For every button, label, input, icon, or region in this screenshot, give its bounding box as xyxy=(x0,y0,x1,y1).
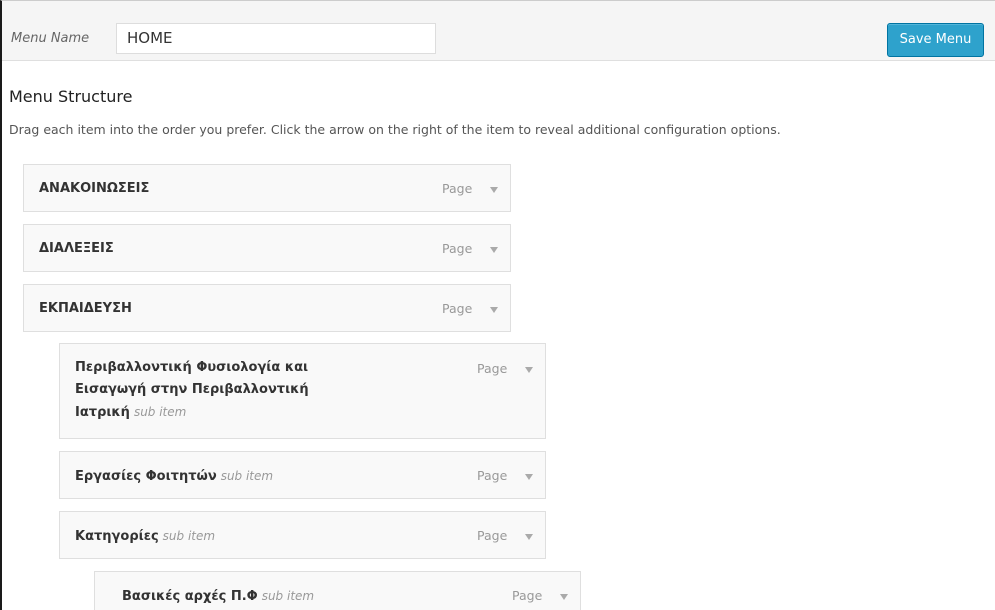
menu-item-title: Κατηγορίες sub item xyxy=(75,525,215,548)
sub-item-tag: sub item xyxy=(261,589,315,603)
menu-item-type: Page xyxy=(442,301,473,316)
menu-item-title: Εργασίες Φοιτητών sub item xyxy=(75,465,273,488)
triangle-down-icon[interactable] xyxy=(490,187,498,193)
menu-item-title: ΕΚΠΑΙΔΕΥΣΗ xyxy=(39,301,132,316)
menu-name-input[interactable]: HOME xyxy=(116,23,436,54)
menu-item-title: Περιβαλλοντική Φυσιολογία και Εισαγωγή σ… xyxy=(75,357,309,424)
save-menu-button[interactable]: Save Menu xyxy=(887,23,984,57)
sub-item-tag: sub item xyxy=(133,405,187,419)
sub-item-tag: sub item xyxy=(162,529,216,543)
menu-structure-instructions: Drag each item into the order you prefer… xyxy=(9,122,781,137)
menu-item-ergasies[interactable]: Εργασίες Φοιτητών sub item Page xyxy=(59,451,546,499)
menu-item-title: Βασικές αρχές Π.Φ sub item xyxy=(122,585,314,608)
menu-item-title-line: Ιατρική sub item xyxy=(75,401,309,424)
menu-item-title: ΑΝΑΚΟΙΝΩΣΕΙΣ xyxy=(39,181,150,196)
menu-item-type: Page xyxy=(442,241,473,256)
menu-item-anakoinoseis[interactable]: ΑΝΑΚΟΙΝΩΣΕΙΣ Page xyxy=(23,164,511,212)
menu-item-title-last: Ιατρική xyxy=(75,405,130,420)
triangle-down-icon[interactable] xyxy=(490,307,498,313)
menu-item-type: Page xyxy=(442,181,473,196)
menu-item-type: Page xyxy=(512,588,543,603)
menu-item-vasikes-arxes[interactable]: Βασικές αρχές Π.Φ sub item Page xyxy=(94,571,581,610)
triangle-down-icon[interactable] xyxy=(490,247,498,253)
triangle-down-icon[interactable] xyxy=(525,534,533,540)
menu-item-title-text: Βασικές αρχές Π.Φ xyxy=(122,589,258,604)
menu-item-type: Page xyxy=(477,361,508,376)
menu-item-title: ΔΙΑΛΕΞΕΙΣ xyxy=(39,241,114,256)
menu-header: Menu Name HOME Save Menu xyxy=(2,1,995,61)
menu-name-label: Menu Name xyxy=(11,31,90,46)
menu-item-title-line: Εισαγωγή στην Περιβαλλοντική xyxy=(75,382,309,397)
menu-item-title-text: Κατηγορίες xyxy=(75,529,159,544)
triangle-down-icon[interactable] xyxy=(525,367,533,373)
triangle-down-icon[interactable] xyxy=(560,594,568,600)
triangle-down-icon[interactable] xyxy=(525,474,533,480)
menu-item-title-line: Περιβαλλοντική Φυσιολογία και xyxy=(75,360,309,375)
sub-item-tag: sub item xyxy=(220,469,274,483)
menu-item-type: Page xyxy=(477,528,508,543)
menu-item-dialexeis[interactable]: ΔΙΑΛΕΞΕΙΣ Page xyxy=(23,224,511,272)
menu-item-katigories[interactable]: Κατηγορίες sub item Page xyxy=(59,511,546,559)
menu-item-perivallontiki[interactable]: Περιβαλλοντική Φυσιολογία και Εισαγωγή σ… xyxy=(59,343,546,439)
menu-item-type: Page xyxy=(477,468,508,483)
menu-item-ekpaideysi[interactable]: ΕΚΠΑΙΔΕΥΣΗ Page xyxy=(23,284,511,332)
menu-item-title-text: Εργασίες Φοιτητών xyxy=(75,469,217,484)
menu-structure-title: Menu Structure xyxy=(9,87,133,106)
